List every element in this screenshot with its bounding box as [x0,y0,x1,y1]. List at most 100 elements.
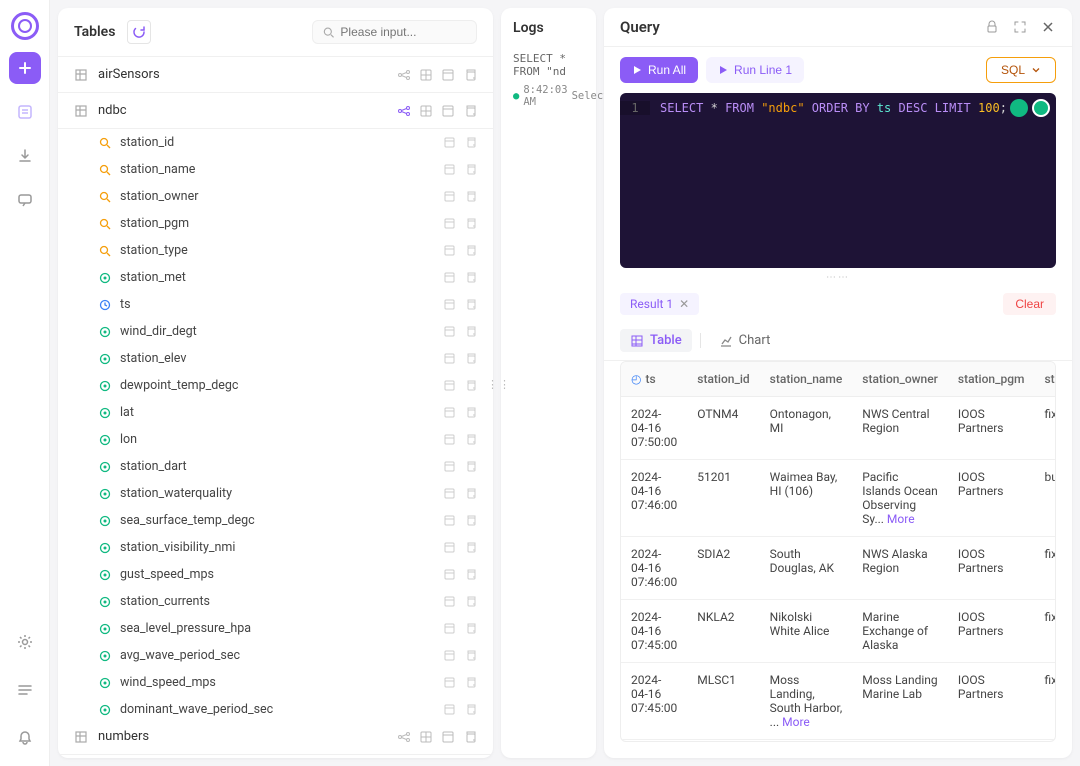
table-row[interactable]: numbers [58,719,493,755]
search-input[interactable] [340,25,466,39]
action-copy-icon[interactable] [464,595,477,608]
column-header[interactable]: station_name [760,362,853,397]
action-copy-icon[interactable] [464,433,477,446]
column-row[interactable]: ts [58,291,493,318]
sql-editor[interactable]: 1 SELECT * FROM "ndbc" ORDER BY ts DESC … [620,93,1056,268]
action-copy-icon[interactable] [464,622,477,635]
nav-bell-icon[interactable] [9,722,41,754]
column-row[interactable]: wind_speed_mps [58,669,493,696]
action-table-icon[interactable] [443,487,456,500]
action-table-icon[interactable] [443,514,456,527]
action-grid-icon[interactable] [419,730,433,744]
clear-button[interactable]: Clear [1003,293,1056,315]
action-copy-icon[interactable] [464,298,477,311]
column-row[interactable]: lon [58,426,493,453]
action-table-icon[interactable] [443,433,456,446]
nav-collection-icon[interactable] [9,96,41,128]
action-copy-icon[interactable] [464,163,477,176]
table-row[interactable]: ndbc [58,93,493,129]
action-copy-icon[interactable] [464,352,477,365]
action-copy-icon[interactable] [464,676,477,689]
action-table-icon[interactable] [443,676,456,689]
action-table-icon[interactable] [441,104,455,118]
action-copy-icon[interactable] [463,104,477,118]
action-copy-icon[interactable] [464,406,477,419]
view-tab-chart[interactable]: Chart [709,329,781,352]
column-row[interactable]: wind_dir_degt [58,318,493,345]
action-table-icon[interactable] [443,541,456,554]
action-copy-icon[interactable] [464,703,477,716]
column-row[interactable]: station_pgm [58,210,493,237]
action-table-icon[interactable] [443,325,456,338]
result-table[interactable]: ◴tsstation_idstation_namestation_ownerst… [620,361,1056,742]
table-row[interactable]: 2024-04-16 07:50:00 OTNM4 Ontonagon, MI … [621,397,1056,460]
action-copy-icon[interactable] [463,68,477,82]
nav-download-icon[interactable] [9,140,41,172]
column-row[interactable]: station_dart [58,453,493,480]
close-tab-icon[interactable]: ✕ [679,297,689,311]
search-input-wrap[interactable] [312,20,477,44]
column-row[interactable]: station_owner [58,183,493,210]
column-row[interactable]: station_type [58,237,493,264]
nav-panel-icon[interactable] [9,674,41,706]
table-row[interactable]: 2024-04-16 07:45:00 NKLA2 Nikolski White… [621,600,1056,663]
table-row[interactable]: 2024-04-16 07:46:00 51201 Waimea Bay, HI… [621,460,1056,537]
column-row[interactable]: station_visibility_nmi [58,534,493,561]
column-row[interactable]: dominant_wave_period_sec [58,696,493,719]
action-table-icon[interactable] [443,703,456,716]
table-row[interactable]: airSensors [58,57,493,93]
action-table-icon[interactable] [443,568,456,581]
column-header[interactable]: station_pgm [948,362,1035,397]
column-row[interactable]: station_waterquality [58,480,493,507]
app-logo[interactable] [11,12,39,40]
column-row[interactable]: station_id [58,129,493,156]
action-copy-icon[interactable] [464,514,477,527]
action-table-icon[interactable] [441,68,455,82]
run-all-button[interactable]: Run All [620,57,698,83]
action-copy-icon[interactable] [463,730,477,744]
table-row[interactable]: 2024-04-16 07:46:00 SDIA2 South Douglas,… [621,537,1056,600]
action-graph-icon[interactable] [397,730,411,744]
lang-select[interactable]: SQL [986,57,1056,83]
editor-resize-handle[interactable]: ⋯⋯ [604,268,1072,287]
action-table-icon[interactable] [443,136,456,149]
nav-add-button[interactable] [9,52,41,84]
action-copy-icon[interactable] [464,190,477,203]
action-copy-icon[interactable] [464,568,477,581]
action-table-icon[interactable] [443,190,456,203]
action-table-icon[interactable] [443,271,456,284]
lock-icon[interactable] [984,19,1000,35]
action-graph-icon[interactable] [397,68,411,82]
column-row[interactable]: avg_wave_period_sec [58,642,493,669]
action-table-icon[interactable] [443,460,456,473]
action-copy-icon[interactable] [464,649,477,662]
column-row[interactable]: dewpoint_temp_degc [58,372,493,399]
action-grid-icon[interactable] [419,68,433,82]
action-table-icon[interactable] [443,298,456,311]
action-table-icon[interactable] [443,379,456,392]
action-copy-icon[interactable] [464,217,477,230]
close-icon[interactable] [1040,19,1056,35]
column-row[interactable]: station_elev [58,345,493,372]
log-entry[interactable]: SELECT * FROM "nd ● 8:42:03 AM Selected [513,52,584,108]
panel-resize-handle[interactable]: ⋮⋮ [487,378,511,391]
run-line-button[interactable]: Run Line 1 [706,57,804,83]
action-table-icon[interactable] [441,730,455,744]
action-table-icon[interactable] [443,352,456,365]
action-copy-icon[interactable] [464,541,477,554]
more-link[interactable]: More [782,715,810,729]
column-row[interactable]: station_currents [58,588,493,615]
action-copy-icon[interactable] [464,487,477,500]
column-row[interactable]: gust_speed_mps [58,561,493,588]
nav-chat-icon[interactable] [9,184,41,216]
expand-icon[interactable] [1012,19,1028,35]
action-grid-icon[interactable] [419,104,433,118]
column-row[interactable]: station_met [58,264,493,291]
action-table-icon[interactable] [443,406,456,419]
action-table-icon[interactable] [443,217,456,230]
column-row[interactable]: station_name [58,156,493,183]
column-row[interactable]: sea_level_pressure_hpa [58,615,493,642]
action-table-icon[interactable] [443,163,456,176]
action-copy-icon[interactable] [464,244,477,257]
view-tab-table[interactable]: Table [620,329,692,352]
